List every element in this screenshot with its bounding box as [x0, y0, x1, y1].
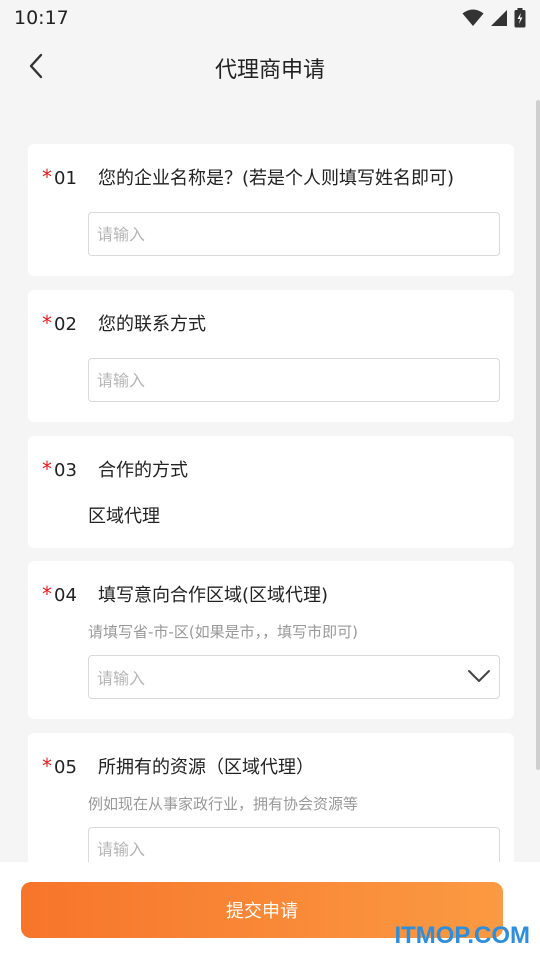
question-card-01: * 01 您的企业名称是？(若是个人则填写姓名即可) — [28, 144, 514, 276]
question-header: * 01 您的企业名称是？(若是个人则填写姓名即可) — [42, 164, 454, 190]
chevron-left-icon — [28, 53, 44, 83]
battery-icon — [514, 8, 526, 28]
question-text: 所拥有的资源（区域代理） — [98, 757, 314, 778]
chevron-down-icon — [467, 668, 491, 687]
required-star: * — [42, 165, 52, 189]
question-number: 03 — [54, 460, 77, 481]
scrollbar[interactable] — [536, 100, 540, 770]
company-name-input[interactable] — [88, 212, 500, 256]
question-hint: 例如现在从事家政行业，拥有协会资源等 — [88, 795, 359, 813]
contact-input[interactable] — [88, 358, 500, 402]
question-hint: 请填写省-市-区(如果是市，，填写市即可) — [88, 623, 359, 641]
question-number: 05 — [54, 757, 77, 778]
signal-icon — [490, 9, 508, 27]
question-header: * 02 您的联系方式 — [42, 310, 206, 336]
required-star: * — [42, 754, 52, 778]
select-placeholder: 请输入 — [97, 669, 146, 688]
question-card-04: * 04 填写意向合作区域(区域代理) 请填写省-市-区(如果是市，，填写市即可… — [28, 561, 514, 719]
question-header: * 04 填写意向合作区域(区域代理) — [42, 581, 328, 607]
question-number: 01 — [54, 168, 77, 189]
status-bar: 10:17 — [0, 0, 540, 36]
question-text: 您的企业名称是？(若是个人则填写姓名即可) — [98, 168, 455, 189]
page-title: 代理商申请 — [214, 58, 325, 83]
required-star: * — [42, 582, 52, 606]
status-icons — [462, 8, 526, 28]
question-header: * 03 合作的方式 — [42, 456, 188, 482]
back-button[interactable] — [20, 52, 52, 84]
question-number: 04 — [54, 585, 77, 606]
question-card-03: * 03 合作的方式 区域代理 — [28, 436, 514, 548]
status-time: 10:17 — [14, 7, 69, 29]
required-star: * — [42, 311, 52, 335]
question-card-02: * 02 您的联系方式 — [28, 290, 514, 422]
question-text: 合作的方式 — [98, 460, 188, 481]
question-text: 填写意向合作区域(区域代理) — [98, 585, 329, 606]
region-select[interactable]: 请输入 — [88, 655, 500, 699]
question-header: * 05 所拥有的资源（区域代理） — [42, 753, 314, 779]
wifi-icon — [462, 9, 484, 27]
question-number: 02 — [54, 314, 77, 335]
question-text: 您的联系方式 — [98, 314, 206, 335]
cooperation-mode-value[interactable]: 区域代理 — [88, 502, 160, 528]
navbar: 代理商申请 — [0, 36, 540, 100]
required-star: * — [42, 457, 52, 481]
watermark: ITMOP.COM — [394, 922, 530, 949]
